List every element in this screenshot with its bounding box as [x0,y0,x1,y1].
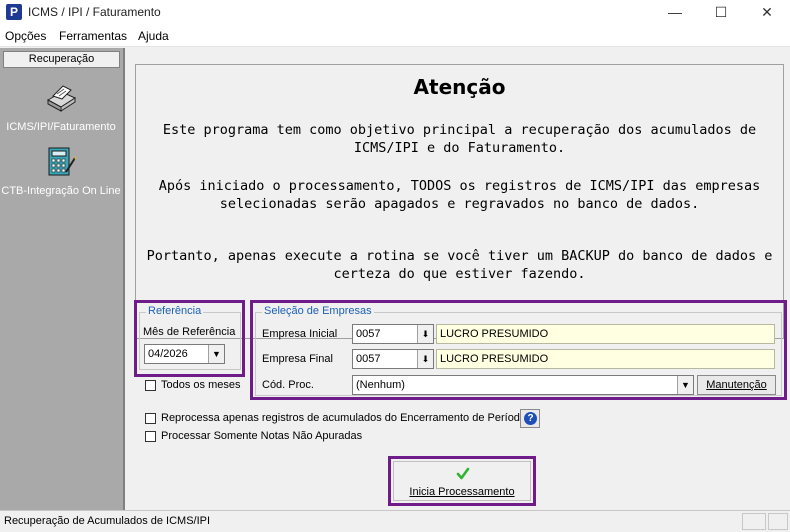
empresa-final-label: Empresa Final [262,353,333,365]
menu-ajuda[interactable]: Ajuda [138,29,169,43]
chevron-down-icon[interactable]: ▼ [677,376,693,394]
sidebar-item-ctb[interactable]: CTB-Integração On Line [0,146,122,197]
checkmark-icon [456,467,470,480]
inicia-processamento-label: Inicia Processamento [409,486,515,498]
referencia-legend: Referência [146,305,204,317]
sidebar-header[interactable]: Recuperação [3,51,120,68]
menu-ferramentas[interactable]: Ferramentas [59,29,127,43]
warning-panel: Atenção Este programa tem como objetivo … [135,64,784,339]
sidebar: Recuperação ICMS/IPI/Faturamento CTB-Int… [0,48,125,510]
size-grip[interactable] [768,513,788,530]
calculator-icon [48,147,76,176]
sidebar-item-icms-label: ICMS/IPI/Faturamento [6,121,116,133]
mes-referencia-select[interactable]: 04/2026 ▼ [144,344,225,364]
printer-icon [46,85,77,112]
menu-opcoes[interactable]: Opções [5,29,46,43]
warning-title: Atenção [413,75,506,99]
help-icon: ? [524,412,537,425]
empresa-inicial-code: 0057 [356,328,381,340]
status-text: Recuperação de Acumulados de ICMS/IPI [4,515,211,527]
mes-referencia-label: Mês de Referência [143,326,236,338]
sidebar-item-icms[interactable]: ICMS/IPI/Faturamento [0,82,122,133]
warning-paragraph-3: Portanto, apenas execute a rotina se voc… [146,248,773,282]
empresa-final-name: LUCRO PRESUMIDO [440,353,549,365]
close-button[interactable]: ✕ [744,0,790,25]
window-title: ICMS / IPI / Faturamento [28,5,161,19]
lookup-down-icon[interactable]: ⬇ [417,350,433,368]
processar-notas-checkbox[interactable] [145,431,156,442]
sidebar-item-ctb-label: CTB-Integração On Line [1,185,121,197]
manutencao-label: Manutenção [706,379,767,391]
empresa-final-code: 0057 [356,353,381,365]
app-icon: P [6,4,22,20]
lookup-down-icon[interactable]: ⬇ [417,325,433,343]
cod-proc-label: Cód. Proc. [262,379,314,391]
main-content: Atenção Este programa tem como objetivo … [127,48,790,510]
empresa-final-name-field: LUCRO PRESUMIDO [436,349,775,369]
empresa-inicial-name: LUCRO PRESUMIDO [440,328,549,340]
warning-paragraph-2: Após iniciado o processamento, TODOS os … [158,178,761,212]
empresa-inicial-label: Empresa Inicial [262,328,338,340]
warning-paragraph-1: Este programa tem como objetivo principa… [162,122,757,156]
reprocessa-checkbox[interactable] [145,413,156,424]
manutencao-button[interactable]: Manutenção [697,375,776,395]
menu-bar: Opções Ferramentas Ajuda [0,25,790,47]
empresa-final-code-field[interactable]: 0057 ⬇ [352,349,434,369]
selecao-legend: Seleção de Empresas [262,305,374,317]
status-cell [742,513,766,530]
processar-notas-label: Processar Somente Notas Não Apuradas [161,430,363,442]
cod-proc-value: (Nenhum) [356,379,405,391]
reprocessa-label: Reprocessa apenas registros de acumulado… [161,412,527,424]
empresa-inicial-code-field[interactable]: 0057 ⬇ [352,324,434,344]
inicia-processamento-button[interactable]: Inicia Processamento [393,461,531,501]
empresa-inicial-name-field: LUCRO PRESUMIDO [436,324,775,344]
maximize-button[interactable]: ☐ [698,0,744,25]
status-bar: Recuperação de Acumulados de ICMS/IPI [0,510,790,532]
todos-meses-checkbox[interactable] [145,380,156,391]
todos-meses-label: Todos os meses [161,379,241,391]
help-button[interactable]: ? [520,409,540,428]
chevron-down-icon[interactable]: ▼ [208,345,224,363]
title-bar: P ICMS / IPI / Faturamento — ☐ ✕ [0,0,790,25]
minimize-button[interactable]: — [652,0,698,25]
cod-proc-select[interactable]: (Nenhum) ▼ [352,375,694,395]
mes-referencia-value: 04/2026 [148,348,188,360]
